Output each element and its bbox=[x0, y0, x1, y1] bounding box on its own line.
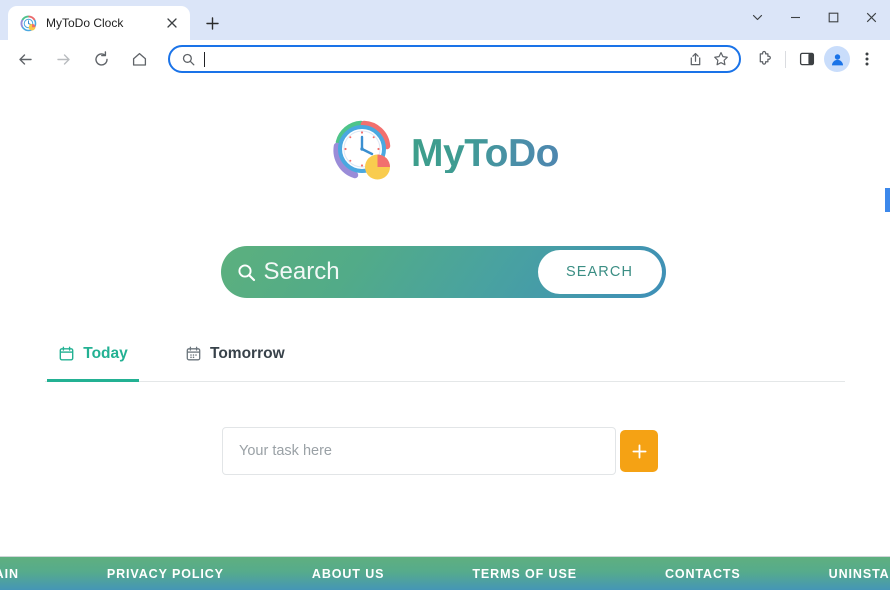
forward-arrow-icon[interactable] bbox=[48, 44, 78, 74]
puzzle-icon[interactable] bbox=[749, 44, 779, 74]
browser-toolbar bbox=[0, 40, 890, 78]
site-search-button[interactable]: SEARCH bbox=[537, 250, 662, 294]
task-input-row: Your task here bbox=[222, 427, 658, 475]
tab-title: MyToDo Clock bbox=[46, 16, 124, 30]
page-viewport: MyToDo Search SEARCH Today Tomorrow Your… bbox=[0, 78, 890, 590]
calendar-icon bbox=[58, 346, 74, 362]
site-logo-text: MyToDo bbox=[411, 131, 559, 175]
site-logo: MyToDo bbox=[331, 114, 559, 192]
add-task-button[interactable] bbox=[620, 430, 658, 472]
close-icon[interactable] bbox=[162, 13, 182, 33]
window-controls bbox=[738, 0, 890, 34]
toolbar-divider bbox=[785, 50, 786, 68]
site-footer: MAIN PRIVACY POLICY ABOUT US TERMS OF US… bbox=[0, 556, 890, 590]
address-bar-actions bbox=[683, 47, 733, 71]
three-dot-menu-icon[interactable] bbox=[852, 44, 882, 74]
side-panel-icon[interactable] bbox=[792, 44, 822, 74]
day-tabs: Today Tomorrow bbox=[45, 338, 845, 382]
text-caret bbox=[204, 51, 205, 67]
page-scrollbar[interactable] bbox=[885, 78, 890, 556]
site-search-input[interactable]: Search bbox=[225, 250, 538, 294]
share-icon[interactable] bbox=[683, 47, 707, 71]
site-search-bar: Search SEARCH bbox=[220, 246, 666, 298]
footer-link-terms-of-use[interactable]: TERMS OF USE bbox=[428, 567, 621, 581]
tab-today-label: Today bbox=[83, 344, 128, 362]
browser-window: MyToDo Clock MyToDo Search SEARCH Today … bbox=[0, 0, 890, 590]
maximize-icon[interactable] bbox=[814, 0, 852, 34]
footer-link-contacts[interactable]: CONTACTS bbox=[621, 567, 785, 581]
scrollbar-thumb[interactable] bbox=[885, 188, 890, 212]
back-arrow-icon[interactable] bbox=[10, 44, 40, 74]
tab-today[interactable]: Today bbox=[47, 338, 139, 382]
mytodo-clock-favicon bbox=[20, 15, 37, 32]
new-tab-button[interactable] bbox=[198, 9, 226, 37]
address-bar-input[interactable] bbox=[204, 47, 683, 71]
search-icon bbox=[237, 262, 257, 282]
minimize-icon[interactable] bbox=[776, 0, 814, 34]
address-bar[interactable] bbox=[168, 45, 741, 73]
star-icon[interactable] bbox=[709, 47, 733, 71]
footer-link-main[interactable]: MAIN bbox=[0, 567, 63, 581]
reload-icon[interactable] bbox=[86, 44, 116, 74]
close-window-icon[interactable] bbox=[852, 0, 890, 34]
calendar-icon bbox=[185, 346, 201, 362]
home-icon[interactable] bbox=[124, 44, 154, 74]
search-icon bbox=[180, 51, 196, 67]
mytodo-page: MyToDo Search SEARCH Today Tomorrow Your… bbox=[0, 78, 890, 556]
tab-tomorrow-label: Tomorrow bbox=[210, 344, 285, 362]
tab-tomorrow[interactable]: Tomorrow bbox=[163, 338, 307, 381]
browser-tab[interactable]: MyToDo Clock bbox=[8, 6, 190, 40]
tab-strip: MyToDo Clock bbox=[0, 0, 890, 40]
task-input[interactable]: Your task here bbox=[222, 427, 616, 475]
footer-link-uninstall[interactable]: UNINSTALL bbox=[785, 567, 890, 581]
footer-link-privacy-policy[interactable]: PRIVACY POLICY bbox=[63, 567, 268, 581]
tab-search-chevron-down-icon[interactable] bbox=[738, 0, 776, 34]
profile-avatar[interactable] bbox=[824, 46, 850, 72]
mytodo-clock-logo-icon bbox=[331, 116, 397, 190]
footer-link-about-us[interactable]: ABOUT US bbox=[268, 567, 428, 581]
site-search-placeholder: Search bbox=[263, 258, 340, 285]
